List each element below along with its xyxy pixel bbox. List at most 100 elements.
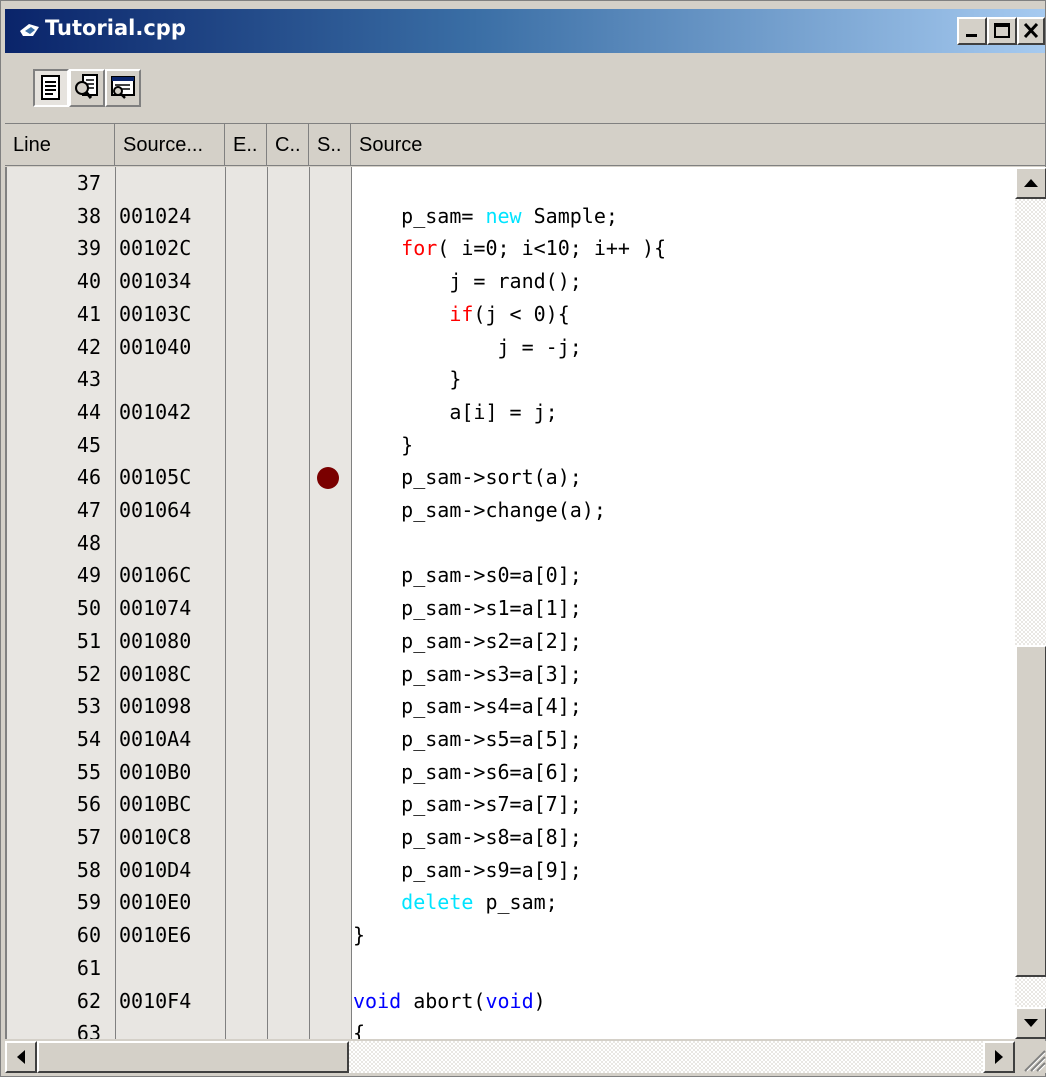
code-keyword: void [353, 989, 402, 1013]
code-keyword: new [485, 204, 522, 228]
resize-grip[interactable] [1015, 1041, 1046, 1073]
source-code: p_sam->s5=a[5]; [353, 727, 582, 751]
source-row[interactable]: 37 [7, 167, 1015, 199]
code-text: p_sam->s5=a[5]; [353, 727, 582, 751]
horizontal-scrollbar[interactable] [5, 1041, 1015, 1073]
code-keyword: for [401, 236, 438, 260]
source-row[interactable]: 55 0010B0 p_sam->s6=a[6]; [7, 756, 1015, 788]
source-code: p_sam->s9=a[9]; [353, 858, 582, 882]
line-number: 45 [76, 433, 101, 457]
source-row[interactable]: 38 001024 p_sam= new Sample; [7, 200, 1015, 232]
close-button[interactable] [1017, 17, 1045, 45]
line-number: 42 [76, 335, 101, 359]
source-row[interactable]: 41 00103C if(j < 0){ [7, 298, 1015, 330]
source-row[interactable]: 63 { [7, 1017, 1015, 1039]
source-row[interactable]: 58 0010D4 p_sam->s9=a[9]; [7, 854, 1015, 886]
source-address: 00102C [119, 236, 192, 260]
code-text: p_sam->s1=a[1]; [353, 596, 582, 620]
source-row[interactable]: 51 001080 p_sam->s2=a[2]; [7, 625, 1015, 657]
mixed-view-icon [75, 74, 98, 99]
code-text: p_sam->s8=a[8]; [353, 825, 582, 849]
col-header-s[interactable]: S.. [309, 124, 351, 166]
scroll-up-button[interactable] [1015, 167, 1046, 199]
scroll-thumb[interactable] [1015, 645, 1046, 977]
source-address: 00106C [119, 563, 192, 587]
source-code: for( i=0; i<10; i++ ){ [353, 236, 666, 260]
source-row[interactable]: 59 0010E0 delete p_sam; [7, 886, 1015, 918]
col-header-line[interactable]: Line [5, 124, 115, 166]
source-row[interactable]: 52 00108C p_sam->s3=a[3]; [7, 658, 1015, 690]
source-row[interactable]: 44 001042 a[i] = j; [7, 396, 1015, 428]
scroll-left-button[interactable] [5, 1041, 37, 1073]
breakpoint-icon[interactable] [317, 467, 339, 489]
mixed-view-button[interactable] [69, 69, 105, 107]
hscroll-thumb[interactable] [37, 1041, 349, 1073]
code-text: ( i=0; i<10; i++ ){ [437, 236, 667, 260]
minimize-button[interactable] [957, 17, 987, 45]
source-address: 001074 [119, 596, 192, 620]
source-code: } [353, 433, 413, 457]
source-row[interactable]: 43 } [7, 363, 1015, 395]
disassembly-view-icon [111, 76, 135, 99]
source-row[interactable]: 53 001098 p_sam->s4=a[4]; [7, 690, 1015, 722]
source-view-button[interactable] [33, 69, 69, 107]
source-row[interactable]: 49 00106C p_sam->s0=a[0]; [7, 559, 1015, 591]
source-row[interactable]: 46 00105C p_sam->sort(a); [7, 461, 1015, 493]
code-text: } [353, 433, 414, 457]
line-number: 51 [76, 629, 101, 653]
source-row[interactable]: 42 001040 j = -j; [7, 331, 1015, 363]
source-address: 0010E6 [119, 923, 192, 947]
maximize-icon [994, 23, 1010, 38]
arrow-up-icon [1024, 179, 1038, 187]
line-number: 47 [76, 498, 101, 522]
source-row[interactable]: 47 001064 p_sam->change(a); [7, 494, 1015, 526]
title-bar[interactable]: Tutorial.cpp [5, 9, 1045, 53]
scroll-down-button[interactable] [1015, 1007, 1046, 1039]
source-listing[interactable]: 37 38 001024 p_sam= new Sample; 39 00102C fo… [5, 167, 1015, 1039]
code-text: a[i] = j; [353, 400, 558, 424]
source-row[interactable]: 56 0010BC p_sam->s7=a[7]; [7, 788, 1015, 820]
source-row[interactable]: 54 0010A4 p_sam->s5=a[5]; [7, 723, 1015, 755]
source-row[interactable]: 57 0010C8 p_sam->s8=a[8]; [7, 821, 1015, 853]
line-number: 53 [76, 694, 101, 718]
minimize-icon [966, 34, 977, 37]
source-code: p_sam->s1=a[1]; [353, 596, 582, 620]
col-header-c[interactable]: C.. [267, 124, 309, 166]
line-number: 37 [76, 171, 101, 195]
code-keyword: if [449, 302, 474, 326]
col-header-address[interactable]: Source... [115, 124, 225, 166]
code-text: } [353, 923, 366, 947]
source-row[interactable]: 45 } [7, 429, 1015, 461]
line-number: 46 [76, 465, 101, 489]
source-row[interactable]: 62 0010F4 void abort(void) [7, 985, 1015, 1017]
code-text: abort( [401, 989, 486, 1013]
source-row[interactable]: 50 001074 p_sam->s1=a[1]; [7, 592, 1015, 624]
line-number: 43 [76, 367, 101, 391]
source-row[interactable]: 39 00102C for( i=0; i<10; i++ ){ [7, 232, 1015, 264]
source-code: p_sam= new Sample; [353, 204, 618, 228]
line-number: 48 [76, 531, 101, 555]
source-row[interactable]: 40 001034 j = rand(); [7, 265, 1015, 297]
code-text: p_sam->change(a); [353, 498, 606, 522]
source-code: } [353, 367, 461, 391]
source-code: a[i] = j; [353, 400, 558, 424]
col-header-source[interactable]: Source [351, 124, 1045, 166]
source-code: j = -j; [353, 335, 581, 359]
source-row[interactable]: 60 0010E6} [7, 919, 1015, 951]
line-number: 62 [76, 989, 101, 1013]
source-address: 0010A4 [119, 727, 192, 751]
scroll-right-button[interactable] [983, 1041, 1015, 1073]
disassembly-view-button[interactable] [105, 69, 141, 107]
code-text: p_sam->sort(a); [353, 465, 582, 489]
line-number: 44 [76, 400, 101, 424]
code-keyword: delete [401, 890, 474, 914]
code-text: (j < 0){ [473, 302, 570, 326]
source-row[interactable]: 48 [7, 527, 1015, 559]
maximize-button[interactable] [987, 17, 1017, 45]
source-row[interactable]: 61 [7, 952, 1015, 984]
resize-grip-icon [1024, 1050, 1046, 1072]
col-header-e[interactable]: E.. [225, 124, 267, 166]
vertical-scrollbar[interactable] [1015, 167, 1046, 1039]
